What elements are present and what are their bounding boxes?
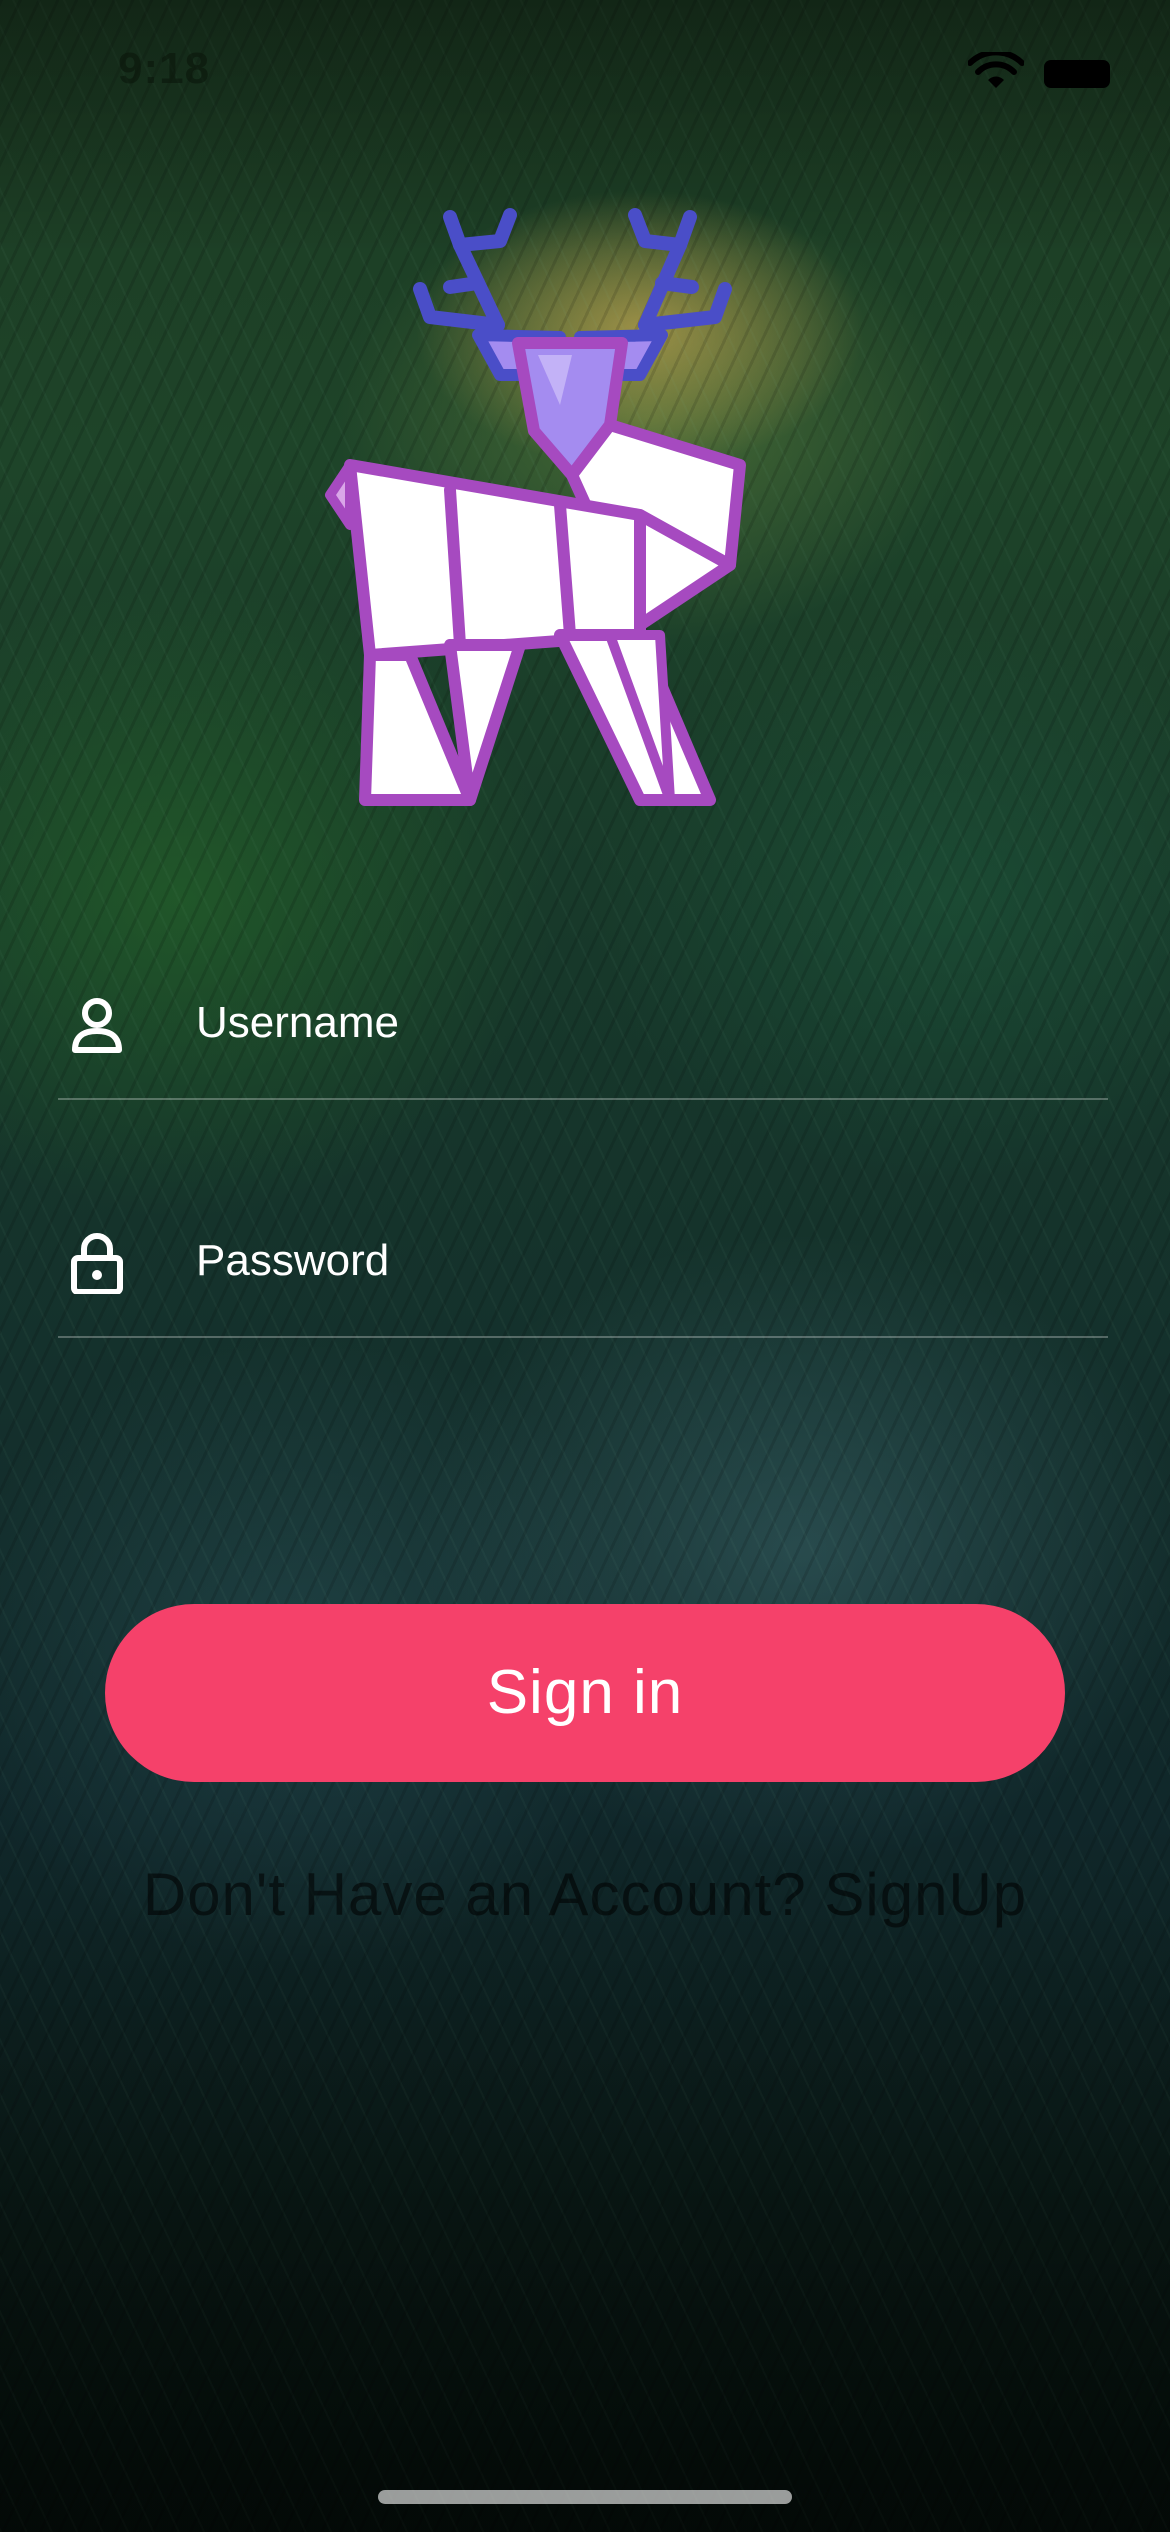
battery-icon — [1044, 60, 1110, 88]
username-underline — [58, 1098, 1108, 1100]
status-time: 9:18 — [118, 44, 211, 93]
password-field[interactable]: Password — [58, 1188, 1108, 1338]
password-placeholder: Password — [196, 1236, 390, 1285]
person-icon — [72, 998, 122, 1053]
wifi-icon — [968, 52, 1024, 88]
username-placeholder: Username — [196, 998, 399, 1047]
status-bar: 9:18 — [0, 0, 1170, 140]
home-indicator[interactable] — [378, 2490, 792, 2504]
signup-link[interactable]: Don't Have an Account? SignUp — [0, 1860, 1170, 1929]
deer-logo-icon — [325, 208, 746, 806]
lock-icon — [71, 1233, 123, 1294]
password-underline — [58, 1336, 1108, 1338]
username-field[interactable]: Username — [58, 950, 1108, 1100]
sign-in-button[interactable]: Sign in — [105, 1604, 1065, 1782]
